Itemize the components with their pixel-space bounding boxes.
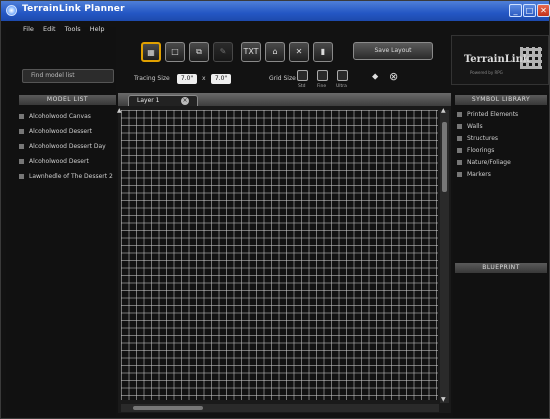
select-tool-button[interactable]: □ bbox=[165, 42, 185, 62]
blueprint-header: BLUEPRINT bbox=[455, 263, 547, 273]
horizontal-scroll-thumb[interactable] bbox=[133, 406, 203, 410]
vertical-scroll-thumb[interactable] bbox=[442, 122, 447, 192]
symbol-list-item[interactable]: Floorings bbox=[457, 145, 549, 157]
marker-icon[interactable]: ⬥ bbox=[372, 72, 378, 82]
horizontal-scrollbar[interactable] bbox=[121, 404, 439, 412]
list-bullet-icon bbox=[19, 129, 24, 134]
menu-help[interactable]: Help bbox=[90, 25, 105, 33]
symbol-list-item[interactable]: Nature/Foliage bbox=[457, 157, 549, 169]
list-bullet-icon bbox=[19, 159, 24, 164]
brand-logo: TerrainLink Powered by RPG bbox=[451, 35, 549, 85]
menu-bar: File Edit Tools Help bbox=[23, 25, 112, 33]
list-bullet-icon bbox=[457, 172, 462, 177]
symbol-list-item[interactable]: Walls bbox=[457, 121, 549, 133]
model-list-item[interactable]: Alcoholwood Canvas bbox=[19, 109, 116, 124]
model-list: Alcoholwood Canvas Alcoholwood Dessert A… bbox=[19, 109, 116, 184]
model-list-item[interactable]: Lawnhedle of The Dessert 2 bbox=[19, 169, 116, 184]
grid-ultra-toggle[interactable] bbox=[337, 70, 348, 81]
symbol-library-header: SYMBOL LIBRARY bbox=[455, 95, 547, 105]
model-list-item[interactable]: Alcoholwood Desert bbox=[19, 154, 116, 169]
target-icon[interactable]: ⊗ bbox=[389, 70, 398, 83]
menu-file[interactable]: File bbox=[23, 25, 34, 33]
grid-ultra-label: Ultra bbox=[336, 84, 347, 89]
vertical-scrollbar[interactable] bbox=[440, 110, 449, 403]
tracing-sep-label: x bbox=[202, 75, 206, 82]
list-bullet-icon bbox=[19, 144, 24, 149]
maximize-button[interactable]: □ bbox=[523, 4, 536, 17]
grid-size-label: Grid Size bbox=[269, 75, 296, 82]
tab-close-icon[interactable]: × bbox=[181, 97, 189, 105]
model-search-input[interactable]: Find model list bbox=[22, 69, 114, 83]
model-list-item[interactable]: Alcoholwood Dessert Day bbox=[19, 139, 116, 154]
menu-edit[interactable]: Edit bbox=[43, 25, 56, 33]
grid-std-toggle[interactable] bbox=[297, 70, 308, 81]
list-bullet-icon bbox=[457, 160, 462, 165]
title-bar: TerrainLink Planner _ □ ✕ bbox=[1, 1, 550, 21]
scroll-up-arrow-icon[interactable]: ▲ bbox=[441, 107, 446, 114]
scroll-up-left-arrow-icon[interactable]: ▲ bbox=[117, 107, 122, 114]
list-bullet-icon bbox=[457, 124, 462, 129]
list-bullet-icon bbox=[19, 174, 24, 179]
grid-std-label: Std bbox=[298, 84, 306, 89]
grid-logo-icon bbox=[520, 47, 542, 69]
symbol-list-item[interactable]: Structures bbox=[457, 133, 549, 145]
symbol-list-item[interactable]: Markers bbox=[457, 169, 549, 181]
close-button[interactable]: ✕ bbox=[537, 4, 550, 17]
tab-layer-1[interactable]: Layer 1 × bbox=[128, 95, 198, 106]
canvas-tab-bar: Layer 1 × bbox=[118, 93, 451, 106]
text-tool-button[interactable]: TXT bbox=[241, 42, 261, 62]
tab-label: Layer 1 bbox=[137, 97, 160, 104]
draw-tool-button[interactable]: ✎ bbox=[213, 42, 233, 62]
menu-tools[interactable]: Tools bbox=[65, 25, 81, 33]
symbol-list-item[interactable]: Printed Elements bbox=[457, 109, 549, 121]
app-icon bbox=[6, 5, 17, 16]
grid-fine-toggle[interactable] bbox=[317, 70, 328, 81]
canvas-area: Layer 1 × ▲ ▲ ▼ bbox=[117, 93, 451, 413]
model-list-header: MODEL LIST bbox=[19, 95, 116, 105]
settings-tool-button[interactable]: ✕ bbox=[289, 42, 309, 62]
grid-fine-label: Fine bbox=[317, 84, 327, 89]
left-pane bbox=[6, 27, 116, 417]
structure-tool-button[interactable]: ⌂ bbox=[265, 42, 285, 62]
minimize-button[interactable]: _ bbox=[509, 4, 522, 17]
app-window: TerrainLink Planner _ □ ✕ File Edit Tool… bbox=[0, 0, 550, 419]
logo-subtitle: Powered by RPG bbox=[470, 70, 503, 75]
model-list-item[interactable]: Alcoholwood Dessert bbox=[19, 124, 116, 139]
scroll-down-arrow-icon[interactable]: ▼ bbox=[441, 396, 446, 403]
window-title: TerrainLink Planner bbox=[22, 4, 125, 14]
list-bullet-icon bbox=[457, 136, 462, 141]
list-bullet-icon bbox=[19, 114, 24, 119]
copy-tool-button[interactable]: ⧉ bbox=[189, 42, 209, 62]
color-tool-button[interactable]: ▦ bbox=[141, 42, 161, 62]
tracing-width-input[interactable]: 7.0" bbox=[177, 74, 197, 84]
pause-tool-button[interactable]: ▮ bbox=[313, 42, 333, 62]
main-toolbar: ▦ □ ⧉ ✎ TXT ⌂ ✕ ▮ Save Layout Tracing Si… bbox=[121, 34, 446, 94]
tracing-size-label: Tracing Size bbox=[134, 75, 170, 82]
list-bullet-icon bbox=[457, 112, 462, 117]
symbol-library-list: Printed Elements Walls Structures Floori… bbox=[457, 109, 549, 181]
map-grid-canvas[interactable] bbox=[121, 110, 438, 400]
tracing-height-input[interactable]: 7.0" bbox=[211, 74, 231, 84]
save-layout-button[interactable]: Save Layout bbox=[353, 42, 433, 60]
list-bullet-icon bbox=[457, 148, 462, 153]
